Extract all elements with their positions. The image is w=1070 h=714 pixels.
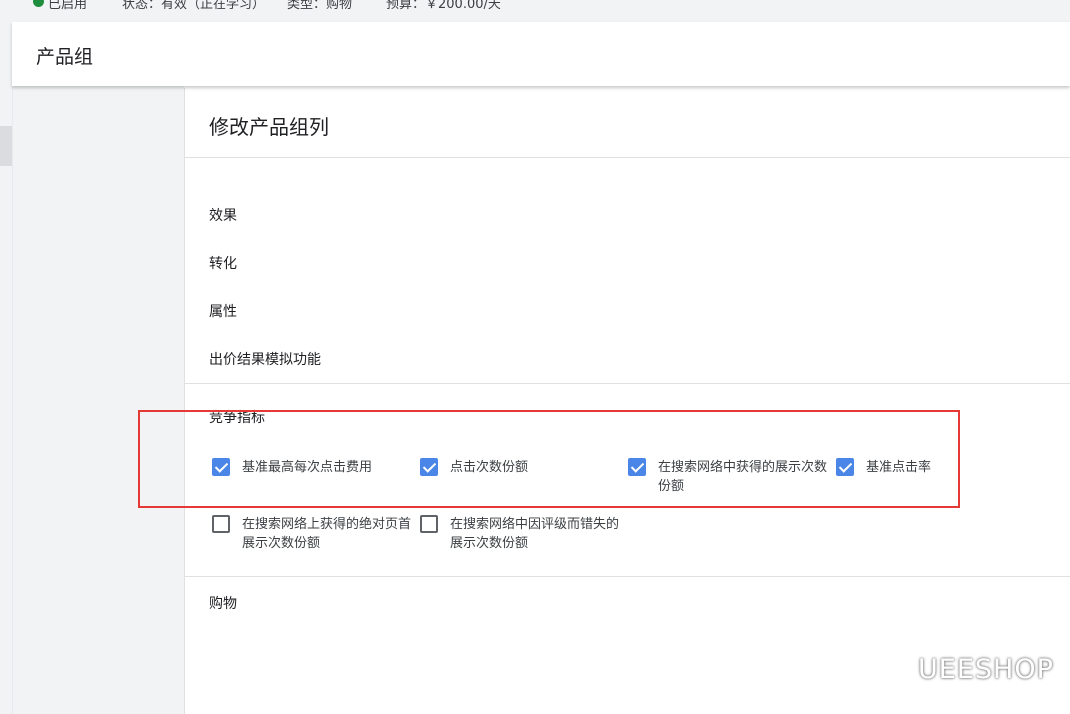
checkbox-unchecked-icon[interactable] [420, 515, 438, 533]
checkbox-checked-icon[interactable] [420, 458, 438, 476]
checkbox-checked-icon[interactable] [628, 458, 646, 476]
left-panel [0, 22, 184, 714]
section-header: 产品组 [12, 22, 1070, 86]
divider [185, 157, 1070, 158]
option-abs-top-impression-share[interactable]: 在搜索网络上获得的绝对页首展示次数份额 [212, 515, 412, 555]
type-text: 类型：购物 [287, 0, 353, 12]
option-click-share[interactable]: 点击次数份额 [420, 458, 620, 498]
category-conversions[interactable]: 转化 [209, 253, 237, 273]
option-label: 点击次数份额 [450, 460, 529, 475]
option-benchmark-max-cpc[interactable]: 基准最高每次点击费用 [212, 458, 412, 498]
checkbox-checked-icon[interactable] [212, 458, 230, 476]
category-bid-simulator[interactable]: 出价结果模拟功能 [209, 349, 321, 369]
category-competitive-metrics[interactable]: 竞争指标 [209, 407, 265, 427]
option-benchmark-ctr[interactable]: 基准点击率 [836, 458, 1036, 498]
option-label: 在搜索网络中因评级而错失的展示次数份额 [450, 517, 620, 551]
status-text: 已启用 [48, 0, 88, 12]
panel-edge [12, 22, 13, 714]
divider [185, 383, 1070, 384]
category-shopping[interactable]: 购物 [209, 593, 237, 613]
panel-title: 修改产品组列 [209, 115, 329, 139]
budget-text[interactable]: 预算：￥200.00/天 [386, 0, 501, 12]
status-dot-icon [33, 0, 44, 7]
option-label: 在搜索网络上获得的绝对页首展示次数份额 [242, 517, 412, 551]
option-label: 在搜索网络中获得的展示次数份额 [658, 460, 828, 494]
section-title: 产品组 [36, 46, 94, 68]
option-label: 基准最高每次点击费用 [242, 460, 373, 475]
checkbox-unchecked-icon[interactable] [212, 515, 230, 533]
option-label: 基准点击率 [866, 460, 932, 475]
divider [185, 576, 1070, 577]
state-text[interactable]: 状态：有效（正在学习） [122, 0, 265, 12]
checkbox-checked-icon[interactable] [836, 458, 854, 476]
watermark: UEESHOP [876, 652, 1054, 686]
wechat-icon [877, 656, 908, 682]
modify-columns-panel: 修改产品组列 效果 转化 属性 出价结果模拟功能 竞争指标 基准最高每次点击费用… [184, 88, 1070, 714]
option-search-impression-share[interactable]: 在搜索网络中获得的展示次数份额 [628, 458, 828, 498]
option-lost-is-rank[interactable]: 在搜索网络中因评级而错失的展示次数份额 [420, 515, 620, 555]
campaign-summary-bar: 已启用 状态：有效（正在学习） 类型：购物 预算：￥200.00/天 [0, 0, 1070, 23]
side-tab[interactable] [0, 126, 12, 166]
category-attributes[interactable]: 属性 [209, 301, 237, 321]
watermark-text: UEESHOP [918, 653, 1054, 685]
category-performance[interactable]: 效果 [209, 205, 237, 225]
